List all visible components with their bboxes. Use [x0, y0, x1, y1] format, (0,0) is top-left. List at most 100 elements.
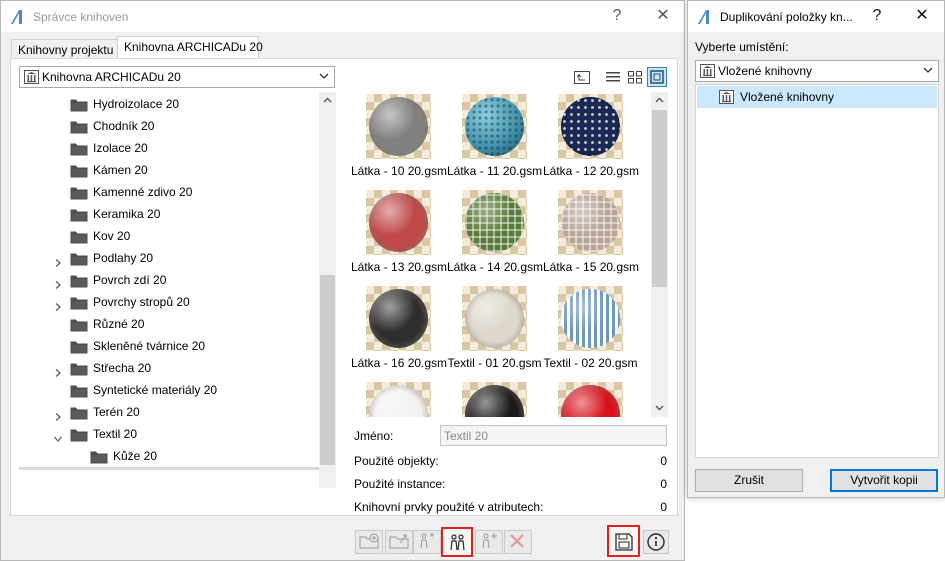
thumbnail-scroll-thumb[interactable]	[652, 110, 667, 287]
tree-item[interactable]: Podlahy 20	[19, 247, 319, 269]
thumbnail-label: Látka - 14 20.gsm	[447, 260, 544, 274]
thumbnail-item[interactable]: Látka - 11 20.gsm	[447, 92, 542, 187]
save-library-button[interactable]	[607, 525, 640, 557]
tab-project-libraries[interactable]: Knihovny projektu	[11, 39, 118, 59]
large-icon-view-icon	[650, 70, 664, 84]
thumbnail-item[interactable]	[351, 380, 446, 417]
thumbnail-preview	[462, 94, 527, 159]
tree-item[interactable]: Různé 20	[19, 313, 319, 335]
tree-item[interactable]: Izolace 20	[19, 137, 319, 159]
tree-item[interactable]: Textil 20	[19, 423, 319, 445]
thumbnail-item[interactable]: Látka - 15 20.gsm	[543, 188, 640, 283]
thumbnail-item[interactable]: Textil - 01 20.gsm	[447, 284, 542, 379]
thumbnail-scrollbar[interactable]	[651, 92, 668, 417]
folder-icon	[70, 383, 88, 398]
dialog-help-button[interactable]: ?	[865, 5, 889, 27]
used-objects-label: Použité objekty:	[354, 454, 439, 468]
thumbnail-item[interactable]: Látka - 13 20.gsm	[351, 188, 448, 283]
tree-item[interactable]: Syntetické materiály 20	[19, 379, 319, 401]
dialog-title-bar: Duplikování položky kn... ? ✕	[688, 1, 944, 32]
library-icon	[700, 64, 715, 78]
folder-icon	[70, 273, 88, 288]
tree-item[interactable]: Kamenné zdivo 20	[19, 181, 319, 203]
dialog-close-button[interactable]: ✕	[910, 5, 934, 27]
location-dropdown-label: Vložené knihovny	[718, 64, 813, 78]
thumbnail-item[interactable]	[447, 380, 542, 417]
tree-item-label: Syntetické materiály 20	[93, 383, 218, 397]
chevron-down-icon[interactable]	[53, 429, 63, 442]
used-objects-value: 0	[660, 454, 667, 468]
export-library-button[interactable]	[385, 530, 413, 554]
library-icon	[719, 90, 734, 104]
chevron-right-icon[interactable]	[53, 275, 63, 289]
thumbnail-label: Látka - 13 20.gsm	[351, 260, 448, 274]
scroll-up-icon	[655, 97, 664, 103]
scroll-down-icon	[655, 405, 664, 411]
tab-archicad-library[interactable]: Knihovna ARCHICADu 20	[117, 36, 263, 59]
parent-folder-button[interactable]	[572, 67, 592, 87]
cancel-button[interactable]: Zrušit	[695, 469, 803, 492]
save-disk-icon	[615, 533, 633, 551]
tree-scrollbar[interactable]	[319, 92, 336, 488]
tree-item[interactable]: Keramika 20	[19, 203, 319, 225]
info-icon	[647, 533, 665, 551]
tree-item[interactable]: Skleněné tvárnice 20	[19, 335, 319, 357]
location-dropdown[interactable]: Vložené knihovny	[695, 60, 939, 82]
chevron-right-icon[interactable]	[53, 253, 63, 267]
chevron-right-icon[interactable]	[53, 407, 63, 421]
tree-item-label: Kamenné zdivo 20	[93, 185, 193, 199]
large-icons-view-button[interactable]	[647, 67, 667, 87]
delete-button[interactable]	[504, 530, 532, 554]
tree-item[interactable]: Hydroizolace 20	[19, 93, 319, 115]
create-object-button[interactable]	[475, 530, 503, 554]
info-button[interactable]	[643, 530, 669, 554]
tree-scroll-thumb[interactable]	[320, 275, 335, 465]
library-dropdown-label: Knihovna ARCHICADu 20	[42, 70, 181, 84]
tree-item-label: Podlahy 20	[93, 251, 154, 265]
thumbnail-item[interactable]: Látka - 12 20.gsm	[543, 92, 640, 187]
chevron-down-icon	[319, 73, 329, 79]
tree-item[interactable]: Povrchy stropů 20	[19, 291, 319, 313]
tree-item-label: Kámen 20	[93, 163, 148, 177]
tree-item[interactable]: Kov 20	[19, 225, 319, 247]
tree-item[interactable]: Textil 20	[19, 467, 319, 470]
thumbnail-label: Látka - 12 20.gsm	[543, 164, 640, 178]
folder-icon	[70, 361, 88, 376]
tree-item[interactable]: Střecha 20	[19, 357, 319, 379]
folder-icon	[70, 427, 88, 442]
thumbnail-label: Látka - 15 20.gsm	[543, 260, 640, 274]
thumbnail-preview	[366, 382, 431, 417]
move-object-button[interactable]	[413, 530, 441, 554]
close-button[interactable]: ✕	[651, 5, 675, 27]
tree-item[interactable]: Chodník 20	[19, 115, 319, 137]
add-library-button[interactable]	[355, 530, 383, 554]
thumbnail-item[interactable]: Látka - 16 20.gsm	[351, 284, 447, 379]
library-dropdown[interactable]: Knihovna ARCHICADu 20	[19, 66, 335, 88]
thumbnail-preview	[366, 190, 431, 255]
folder-add-icon	[359, 533, 379, 549]
list-view-button[interactable]	[603, 67, 623, 87]
material-sphere	[465, 385, 524, 417]
help-button[interactable]: ?	[605, 5, 629, 27]
thumbnail-item[interactable]: Látka - 10 20.gsm	[351, 92, 447, 187]
thumbnail-item[interactable]: Látka - 14 20.gsm	[447, 188, 544, 283]
tree-item[interactable]: Povrch zdí 20	[19, 269, 319, 291]
tree-item[interactable]: Kůže 20	[19, 445, 319, 467]
small-icons-view-button[interactable]	[625, 67, 645, 87]
material-sphere	[369, 385, 428, 417]
thumbnail-item[interactable]: Textil - 02 20.gsm	[543, 284, 638, 379]
location-list-item[interactable]: Vložené knihovny	[697, 86, 937, 108]
folder-icon	[70, 295, 88, 310]
tree-item[interactable]: Kámen 20	[19, 159, 319, 181]
archicad-logo-icon	[698, 10, 709, 24]
chevron-right-icon[interactable]	[53, 363, 63, 377]
folder-icon	[70, 339, 88, 354]
tree-item[interactable]: Terén 20	[19, 401, 319, 423]
folder-icon	[70, 163, 88, 178]
thumbnail-item[interactable]	[543, 380, 638, 417]
material-sphere	[465, 97, 524, 156]
chevron-right-icon[interactable]	[53, 297, 63, 311]
create-copy-button[interactable]: Vytvořit kopii	[830, 469, 938, 492]
tree-item-label: Chodník 20	[93, 119, 155, 133]
duplicate-object-button[interactable]	[441, 527, 473, 557]
